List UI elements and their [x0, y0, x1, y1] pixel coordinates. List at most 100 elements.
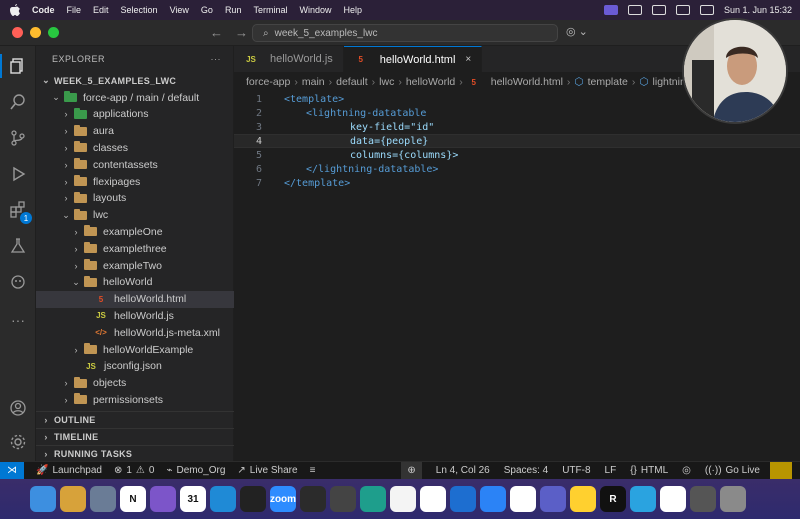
- breadcrumb-item[interactable]: main: [302, 76, 325, 88]
- dock-miro-icon[interactable]: [570, 486, 596, 512]
- tree-item-objects[interactable]: › objects: [36, 375, 234, 392]
- breadcrumb-item[interactable]: default: [336, 76, 368, 88]
- tree-item-helloworldexample[interactable]: › helloWorldExample: [36, 341, 234, 358]
- search-icon[interactable]: [6, 90, 30, 114]
- account-icon[interactable]: [6, 396, 30, 420]
- forward-arrow-icon[interactable]: →: [235, 25, 248, 40]
- dock-preview-icon[interactable]: [690, 486, 716, 512]
- dock-trello-icon[interactable]: [450, 486, 476, 512]
- tab-helloworld-js[interactable]: JS helloWorld.js: [234, 46, 344, 72]
- language-mode[interactable]: {} HTML: [630, 465, 668, 476]
- display-icon[interactable]: [627, 5, 642, 15]
- tree-item-lwc[interactable]: ⌄ lwc: [36, 207, 234, 224]
- menu-run[interactable]: Run: [225, 5, 242, 15]
- dock-telegram-icon[interactable]: [630, 486, 656, 512]
- dock-cube-icon[interactable]: [240, 486, 266, 512]
- dock-chatgpt-icon[interactable]: [510, 486, 536, 512]
- copilot-status-icon[interactable]: ◎: [682, 465, 691, 476]
- tree-item-examplethree[interactable]: › examplethree: [36, 240, 234, 257]
- dock-notion-icon[interactable]: N: [120, 486, 146, 512]
- explorer-files-icon[interactable]: [0, 54, 30, 78]
- code-editor[interactable]: 1 <template> 2 <lightning-datatable 3 ke…: [234, 92, 800, 461]
- minimize-window-button[interactable]: [30, 27, 41, 38]
- wifi-icon[interactable]: [675, 5, 690, 15]
- zoom-window-button[interactable]: [48, 27, 59, 38]
- breadcrumb-item[interactable]: lightnin: [653, 76, 686, 88]
- menu-app-name[interactable]: Code: [32, 5, 55, 15]
- go-live-button[interactable]: ((·)) Go Live: [705, 465, 760, 476]
- copilot-icon[interactable]: ◎ ⌄: [566, 25, 588, 38]
- close-window-button[interactable]: [12, 27, 23, 38]
- dock-teams-icon[interactable]: [540, 486, 566, 512]
- org-status[interactable]: ⌁ Demo_Org: [166, 465, 225, 476]
- breadcrumb-item[interactable]: helloWorld: [406, 76, 455, 88]
- tree-item-contentassets[interactable]: › contentassets: [36, 156, 234, 173]
- menu-window[interactable]: Window: [299, 5, 331, 15]
- menu-list-icon[interactable]: ≡: [310, 465, 316, 476]
- code-line[interactable]: 3 key-field="id": [234, 120, 800, 134]
- breadcrumb-item[interactable]: helloWorld.html: [491, 76, 563, 88]
- menu-file[interactable]: File: [67, 5, 82, 15]
- outline-section[interactable]: › OUTLINE: [36, 411, 234, 428]
- dock-trash-icon[interactable]: [720, 486, 746, 512]
- code-line[interactable]: 5 columns={columns}>: [234, 148, 800, 162]
- menu-edit[interactable]: Edit: [93, 5, 109, 15]
- dock-finder-icon[interactable]: [30, 486, 56, 512]
- tree-item-exampletwo[interactable]: › exampleTwo: [36, 257, 234, 274]
- tree-item-permissionsets[interactable]: › permissionsets: [36, 391, 234, 408]
- more-actions-icon[interactable]: ···: [211, 54, 222, 64]
- salesforce-org-icon[interactable]: [6, 270, 30, 294]
- close-tab-icon[interactable]: ×: [465, 54, 471, 65]
- tree-item-aura[interactable]: › aura: [36, 123, 234, 140]
- dock-obsidian-icon[interactable]: [150, 486, 176, 512]
- command-center-search[interactable]: ⌕ week_5_examples_lwc: [252, 24, 558, 42]
- code-line[interactable]: 6 </lightning-datatable>: [234, 162, 800, 176]
- menu-help[interactable]: Help: [343, 5, 362, 15]
- testing-flask-icon[interactable]: [6, 234, 30, 258]
- dock-davinci-icon[interactable]: [330, 486, 356, 512]
- tree-item-helloworld-html[interactable]: 5 helloWorld.html: [36, 290, 234, 308]
- indentation[interactable]: Spaces: 4: [504, 465, 548, 476]
- dock-edge-icon[interactable]: [360, 486, 386, 512]
- dock-vscode-icon[interactable]: [210, 486, 236, 512]
- battery-icon[interactable]: [651, 5, 666, 15]
- remote-icon[interactable]: ⋊: [0, 461, 24, 480]
- menu-go[interactable]: Go: [201, 5, 213, 15]
- extensions-icon[interactable]: 1: [6, 198, 32, 224]
- dock-mongodb-icon[interactable]: [390, 486, 416, 512]
- running-tasks-section[interactable]: › RUNNING TASKS: [36, 445, 234, 462]
- cursor-position[interactable]: Ln 4, Col 26: [436, 465, 490, 476]
- zoom-icon[interactable]: ⊕: [401, 461, 422, 480]
- tree-item-flexipages[interactable]: › flexipages: [36, 173, 234, 190]
- end-of-line[interactable]: LF: [605, 465, 617, 476]
- notification-bell-icon[interactable]: [770, 461, 792, 480]
- breadcrumb-item[interactable]: force-app: [246, 76, 290, 88]
- settings-gear-icon[interactable]: [6, 430, 30, 454]
- launchpad-status[interactable]: 🚀 Launchpad: [36, 465, 102, 476]
- tree-item-helloworld-js[interactable]: JS helloWorld.js: [36, 307, 234, 324]
- encoding[interactable]: UTF-8: [562, 465, 590, 476]
- problems-status[interactable]: ⊗ 1 ⚠ 0: [114, 465, 154, 476]
- menu-selection[interactable]: Selection: [121, 5, 158, 15]
- menu-terminal[interactable]: Terminal: [253, 5, 287, 15]
- tree-item-classes[interactable]: › classes: [36, 139, 234, 156]
- tree-item-force-app-main-default[interactable]: ⌄ force-app / main / default: [36, 89, 234, 106]
- tree-item-helloworld-js-meta-xml[interactable]: </> helloWorld.js-meta.xml: [36, 324, 234, 341]
- back-arrow-icon[interactable]: ←: [210, 25, 223, 40]
- menubar-clock[interactable]: Sun 1. Jun 15:32: [724, 5, 792, 15]
- run-debug-icon[interactable]: [6, 162, 30, 186]
- tree-item-applications[interactable]: › applications: [36, 106, 234, 123]
- dock-proton-icon[interactable]: [660, 486, 686, 512]
- dock-r-icon[interactable]: R: [600, 486, 626, 512]
- code-line-current[interactable]: 4 data={people}: [234, 134, 800, 148]
- more-views-icon[interactable]: ···: [6, 308, 30, 332]
- dock-calendar-icon[interactable]: 31: [180, 486, 206, 512]
- apple-icon[interactable]: [8, 3, 22, 17]
- workspace-root[interactable]: ⌄ WEEK_5_EXAMPLES_LWC: [36, 72, 234, 89]
- source-control-icon[interactable]: [6, 126, 30, 150]
- menu-view[interactable]: View: [170, 5, 189, 15]
- dock-obs-icon[interactable]: [300, 486, 326, 512]
- code-line[interactable]: 7 </template>: [234, 176, 800, 190]
- tree-item-layouts[interactable]: › layouts: [36, 190, 234, 207]
- dock-zoom-icon[interactable]: zoom: [270, 486, 296, 512]
